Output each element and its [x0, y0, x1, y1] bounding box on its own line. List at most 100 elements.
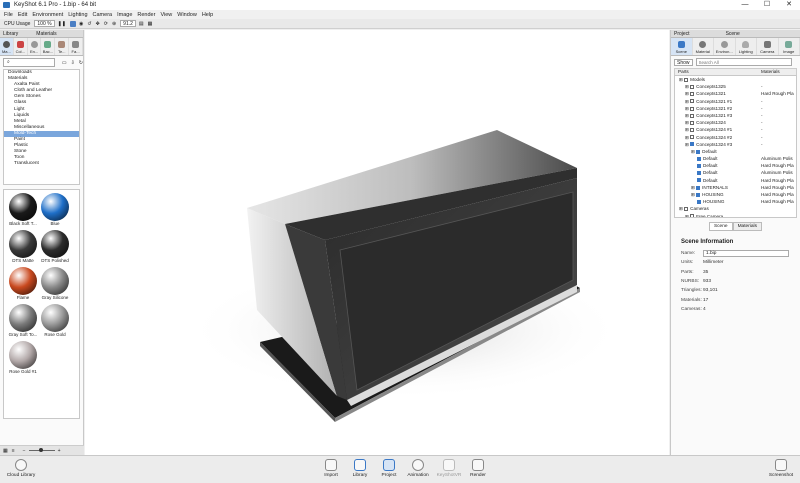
scene-tree-row[interactable]: ⊞ Concepts1321 Hard Rough Pla: [675, 90, 796, 97]
subtab-materials[interactable]: Materials: [732, 222, 763, 231]
material-thumbnail[interactable]: DTS Matte: [8, 230, 38, 266]
tab-camera[interactable]: Camera: [757, 38, 779, 55]
scene-tree-row[interactable]: ⊞ Concepts1324 #1 -: [675, 126, 796, 133]
scene-tree-row[interactable]: ⊞ Default: [675, 148, 796, 155]
scene-name-field[interactable]: 1.bip: [703, 250, 789, 258]
grid-view-icon[interactable]: ▦: [3, 448, 8, 454]
visibility-checkbox[interactable]: [690, 106, 695, 111]
refresh-icon[interactable]: ↻: [79, 60, 83, 66]
visibility-checkbox[interactable]: [690, 142, 695, 147]
maximize-button[interactable]: ☐: [756, 0, 778, 10]
visibility-checkbox[interactable]: [684, 207, 689, 212]
visibility-checkbox[interactable]: [690, 92, 695, 97]
visibility-checkbox[interactable]: [690, 214, 695, 217]
import-icon[interactable]: ⇩: [71, 60, 75, 66]
visibility-checkbox[interactable]: [696, 192, 701, 197]
tab-colors[interactable]: Col...: [14, 38, 28, 55]
layers-icon[interactable]: ▤: [139, 21, 144, 27]
visibility-checkbox[interactable]: [697, 171, 701, 176]
pause-icon[interactable]: ❚❚: [58, 21, 66, 27]
folder-icon[interactable]: ▭: [62, 60, 67, 66]
scene-tree-row[interactable]: ⊞ Concepts1324 #3 -: [675, 141, 796, 148]
visibility-checkbox[interactable]: [690, 99, 695, 104]
fps-field[interactable]: 91.2: [120, 20, 136, 27]
animation-button[interactable]: Animation: [401, 459, 435, 478]
material-thumbnail[interactable]: Blue: [40, 193, 70, 229]
minimize-button[interactable]: —: [734, 0, 756, 10]
visibility-checkbox[interactable]: [696, 149, 701, 154]
tab-material[interactable]: Material: [693, 38, 714, 55]
menu-environment[interactable]: Environment: [32, 12, 63, 18]
render-button[interactable]: Render: [461, 459, 495, 478]
menu-lighting[interactable]: Lighting: [68, 12, 87, 18]
tab-environment[interactable]: Environ...: [714, 38, 736, 55]
list-view-icon[interactable]: ≡: [12, 448, 15, 454]
thumbnail-size-slider[interactable]: [28, 448, 55, 452]
close-button[interactable]: ✕: [778, 0, 800, 10]
menu-file[interactable]: File: [4, 12, 13, 18]
orbit-icon[interactable]: ⟳: [104, 21, 108, 27]
scene-tree-row[interactable]: ⊞ INTERNALS Hard Rough Pla: [675, 184, 796, 191]
tab-backplates[interactable]: Bac...: [41, 38, 56, 55]
visibility-checkbox[interactable]: [697, 199, 701, 204]
scene-tree-row[interactable]: ⊞ Concepts1324 #2 -: [675, 134, 796, 141]
scene-tree-row[interactable]: ⊞ Concepts1321 #3 -: [675, 112, 796, 119]
render-viewport[interactable]: [85, 30, 669, 455]
subtab-scene[interactable]: Scene: [708, 222, 733, 231]
scene-search-input[interactable]: [695, 58, 792, 66]
tab-textures[interactable]: Te...: [55, 38, 70, 55]
material-thumbnail[interactable]: Black Soft T...: [8, 193, 38, 229]
visibility-checkbox[interactable]: [697, 164, 701, 169]
cloud-library-button[interactable]: Cloud Library: [4, 459, 38, 478]
visibility-checkbox[interactable]: [684, 77, 689, 82]
tab-scene[interactable]: Scene: [671, 38, 693, 55]
scene-tree-row[interactable]: ⊞ Free Camera: [675, 213, 796, 217]
material-thumbnail[interactable]: Gray Silicone: [40, 267, 70, 303]
menu-view[interactable]: View: [160, 12, 172, 18]
scene-tree-row[interactable]: HOUSING Hard Rough Pla: [675, 198, 796, 205]
menu-window[interactable]: Window: [177, 12, 197, 18]
cpu-usage-select[interactable]: 100 %: [34, 20, 55, 27]
menu-render[interactable]: Render: [137, 12, 155, 18]
tab-favorites[interactable]: Fa...: [69, 38, 83, 55]
scene-tree-row[interactable]: Default Hard Rough Pla: [675, 162, 796, 169]
material-thumbnail[interactable]: Gray Soft To...: [8, 304, 38, 340]
menu-camera[interactable]: Camera: [93, 12, 113, 18]
visibility-checkbox[interactable]: [690, 113, 695, 118]
visibility-checkbox[interactable]: [697, 156, 701, 161]
tab-image[interactable]: Image: [779, 38, 800, 55]
geometry-view-icon[interactable]: ▦: [148, 21, 153, 27]
scene-tree-row[interactable]: ⊞ Models: [675, 76, 796, 83]
library-tree-item[interactable]: Translucent: [4, 161, 79, 167]
material-thumbnail[interactable]: DTS Polished: [40, 230, 70, 266]
tab-lighting[interactable]: Lighting: [736, 38, 757, 55]
visibility-checkbox[interactable]: [690, 135, 695, 140]
visibility-checkbox[interactable]: [697, 178, 701, 183]
library-search-input[interactable]: ⌕: [3, 58, 55, 67]
tab-materials[interactable]: Ma...: [0, 38, 14, 55]
scene-tree-row[interactable]: ⊞ Concepts1321 #1 -: [675, 98, 796, 105]
visibility-checkbox[interactable]: [690, 84, 695, 89]
move-icon[interactable]: ✥: [96, 21, 100, 27]
visibility-checkbox[interactable]: [690, 128, 695, 133]
menu-edit[interactable]: Edit: [18, 12, 27, 18]
zoom-icon[interactable]: ⊕: [112, 21, 116, 27]
show-dropdown[interactable]: Show: [674, 58, 693, 66]
material-thumbnail[interactable]: Flame: [8, 267, 38, 303]
camera-icon[interactable]: ◉: [79, 21, 83, 27]
zoom-in-icon[interactable]: +: [58, 448, 61, 454]
visibility-checkbox[interactable]: [696, 185, 701, 190]
screenshot-button[interactable]: Screenshot: [764, 459, 798, 478]
tab-environments[interactable]: En...: [28, 38, 42, 55]
scene-tree-row[interactable]: ⊞ HOUSING Hard Rough Pla: [675, 191, 796, 198]
material-thumbnail[interactable]: Rose Gold #1: [8, 341, 38, 377]
scene-tree-row[interactable]: ⊞ Concepts1321 #2 -: [675, 105, 796, 112]
menu-help[interactable]: Help: [202, 12, 213, 18]
visibility-checkbox[interactable]: [690, 120, 695, 125]
scene-tree-row[interactable]: ⊞ Cameras: [675, 205, 796, 212]
scene-tree-row[interactable]: ⊞ Concepts1324 -: [675, 119, 796, 126]
zoom-out-icon[interactable]: −: [23, 448, 26, 454]
menu-image[interactable]: Image: [117, 12, 132, 18]
performance-mode-icon[interactable]: [69, 20, 76, 27]
reset-icon[interactable]: ↺: [87, 21, 91, 27]
